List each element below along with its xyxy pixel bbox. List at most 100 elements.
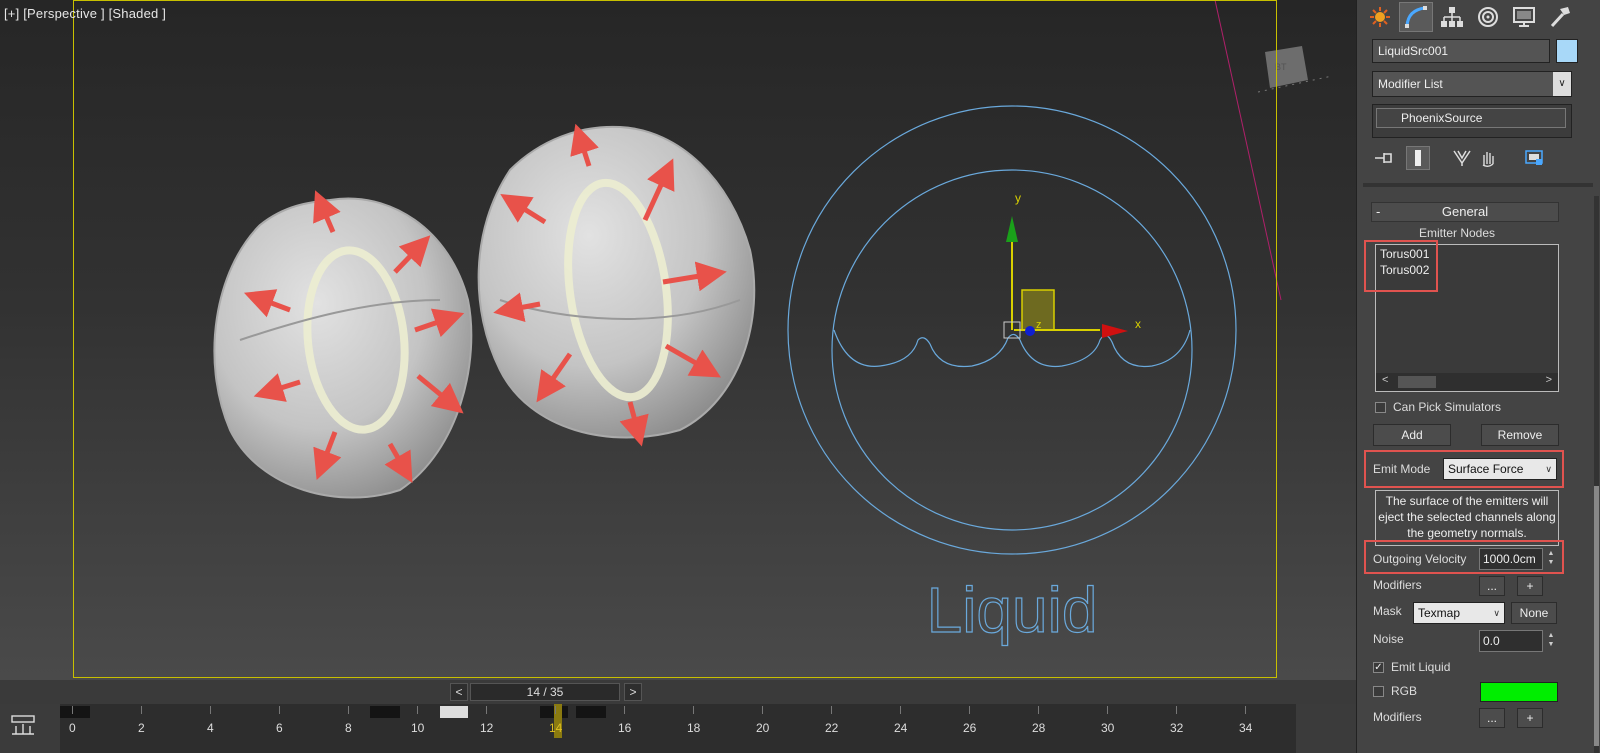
- scroll-left-icon[interactable]: <: [1382, 374, 1388, 386]
- rgb-checkbox[interactable]: [1373, 686, 1384, 697]
- show-end-result-button[interactable]: [1406, 146, 1430, 170]
- hierarchy-tab[interactable]: [1435, 2, 1469, 32]
- tick-mark: [348, 706, 349, 714]
- tick-mark: [417, 706, 418, 714]
- modifiers-2-add-button[interactable]: +: [1517, 708, 1543, 728]
- next-frame-button[interactable]: >: [624, 683, 642, 701]
- scroll-right-icon[interactable]: >: [1546, 374, 1552, 386]
- remove-button[interactable]: Remove: [1481, 424, 1559, 446]
- liquid-label: Liquid: [927, 574, 1098, 646]
- hammer-icon: [1550, 7, 1570, 28]
- sun-create-icon: [1370, 7, 1390, 27]
- panel-scroll-thumb[interactable]: [1594, 486, 1599, 746]
- time-slider-row: < 14 / 35 >: [0, 680, 1356, 704]
- track-strip[interactable]: 0 2 4 6 8 10 12 14 16 18 20 22 24 26 28 30 32 34: [60, 704, 1296, 753]
- tick-label: 26: [963, 721, 977, 735]
- modify-tab[interactable]: [1399, 2, 1433, 32]
- stack-item-phoenixsource[interactable]: PhoenixSource: [1376, 108, 1566, 128]
- mask-dropdown[interactable]: Texmap ∨: [1413, 602, 1505, 624]
- tick-label: 32: [1170, 721, 1184, 735]
- key-block[interactable]: [370, 706, 400, 718]
- collapse-icon: -: [1376, 204, 1381, 219]
- transform-gizmo[interactable]: y x z: [1003, 191, 1141, 339]
- scroll-thumb[interactable]: [1398, 376, 1436, 388]
- tick-mark: [900, 706, 901, 714]
- tick-label: 16: [618, 721, 632, 735]
- end-result-icon: [1415, 150, 1421, 166]
- emit-liquid-checkbox[interactable]: ✓: [1373, 662, 1384, 673]
- prev-frame-button[interactable]: <: [450, 683, 468, 701]
- outgoing-velocity-label: Outgoing Velocity: [1373, 552, 1467, 566]
- emit-mode-dropdown[interactable]: Surface Force ∨: [1443, 458, 1557, 480]
- tick-label: 0: [69, 721, 76, 735]
- tick-mark: [555, 706, 556, 714]
- tick-label: 22: [825, 721, 839, 735]
- pin-icon: [1375, 153, 1392, 163]
- object-color-swatch[interactable]: [1556, 39, 1578, 63]
- general-rollout-header[interactable]: - General: [1371, 202, 1559, 222]
- tick-label: 8: [345, 721, 352, 735]
- tick-label: 10: [411, 721, 425, 735]
- configure-icon: [1525, 150, 1543, 165]
- horizontal-scrollbar[interactable]: < >: [1376, 373, 1558, 391]
- general-rollout: - General Emitter Nodes Torus001 Torus00…: [1363, 196, 1589, 753]
- stack-tools: [1372, 146, 1572, 172]
- mask-label: Mask: [1373, 604, 1402, 618]
- key-block[interactable]: [576, 706, 606, 718]
- tick-label: 30: [1101, 721, 1115, 735]
- viewcube-icon[interactable]: BT: [1257, 46, 1333, 93]
- perspective-viewport[interactable]: BT Liquid y x z [+] [Perspective] [Shad…: [0, 0, 1356, 680]
- modifier-list-dropdown[interactable]: Modifier List ∨: [1372, 71, 1572, 97]
- add-button[interactable]: Add: [1373, 424, 1451, 446]
- rgb-label: RGB: [1391, 684, 1418, 698]
- hand-icon: [1482, 152, 1494, 167]
- tick-mark: [624, 706, 625, 714]
- modifiers-browse-button[interactable]: ...: [1479, 576, 1505, 596]
- tick-mark: [1038, 706, 1039, 714]
- panel-scrollbar[interactable]: [1594, 196, 1599, 753]
- noise-spinner[interactable]: ▲ ▼: [1545, 631, 1557, 651]
- tick-mark: [831, 706, 832, 714]
- outgoing-velocity-spinner[interactable]: ▲ ▼: [1545, 549, 1557, 569]
- key-block-selected[interactable]: [440, 706, 468, 718]
- emit-mode-description: The surface of the emitters will eject t…: [1375, 490, 1559, 546]
- tick-mark: [969, 706, 970, 714]
- outgoing-velocity-input[interactable]: 1000.0cm: [1479, 548, 1543, 570]
- tick-mark: [210, 706, 211, 714]
- can-pick-simulators-checkbox[interactable]: [1375, 402, 1386, 413]
- command-panel: LiquidSrc001 Modifier List ∨ PhoenixSour…: [1356, 0, 1600, 753]
- list-item[interactable]: Torus002: [1380, 263, 1429, 277]
- emitter-nodes-list[interactable]: Torus001 Torus002 < >: [1375, 244, 1559, 392]
- motion-tab[interactable]: [1471, 2, 1505, 32]
- remove-modifier-button[interactable]: [1476, 146, 1500, 170]
- create-tab[interactable]: [1363, 2, 1397, 32]
- viewport-label[interactable]: [+] [Perspective ] [Shaded ]: [4, 6, 166, 21]
- key-block[interactable]: [60, 706, 90, 718]
- mask-none-button[interactable]: None: [1511, 602, 1557, 624]
- make-unique-button[interactable]: [1450, 146, 1474, 170]
- rollout-title: General: [1441, 204, 1489, 219]
- tick-label: 12: [480, 721, 494, 735]
- trackbar-filter-icon[interactable]: [10, 712, 36, 738]
- emitter-nodes-label: Emitter Nodes: [1419, 226, 1496, 240]
- modifiers-2-browse-button[interactable]: ...: [1479, 708, 1505, 728]
- torus001-object[interactable]: [213, 197, 473, 499]
- list-item[interactable]: Torus001: [1380, 247, 1429, 261]
- tick-label: 34: [1239, 721, 1253, 735]
- display-tab[interactable]: [1507, 2, 1541, 32]
- time-slider[interactable]: 14 / 35: [470, 683, 620, 701]
- fork-icon: [1453, 150, 1471, 166]
- configure-sets-button[interactable]: [1522, 146, 1546, 170]
- pin-stack-button[interactable]: [1372, 146, 1396, 170]
- object-name-input[interactable]: LiquidSrc001: [1372, 39, 1550, 63]
- tick-mark: [693, 706, 694, 714]
- modifiers-add-button[interactable]: +: [1517, 576, 1543, 596]
- rgb-color-swatch[interactable]: [1480, 682, 1558, 702]
- modifier-stack[interactable]: PhoenixSource: [1372, 104, 1572, 138]
- tick-mark: [1107, 706, 1108, 714]
- torus002-object[interactable]: [477, 125, 756, 439]
- utilities-tab[interactable]: [1543, 2, 1577, 32]
- noise-input[interactable]: 0.0: [1479, 630, 1543, 652]
- can-pick-simulators-label: Can Pick Simulators: [1393, 400, 1502, 414]
- viewport-scene: BT Liquid y x z: [213, 0, 1333, 647]
